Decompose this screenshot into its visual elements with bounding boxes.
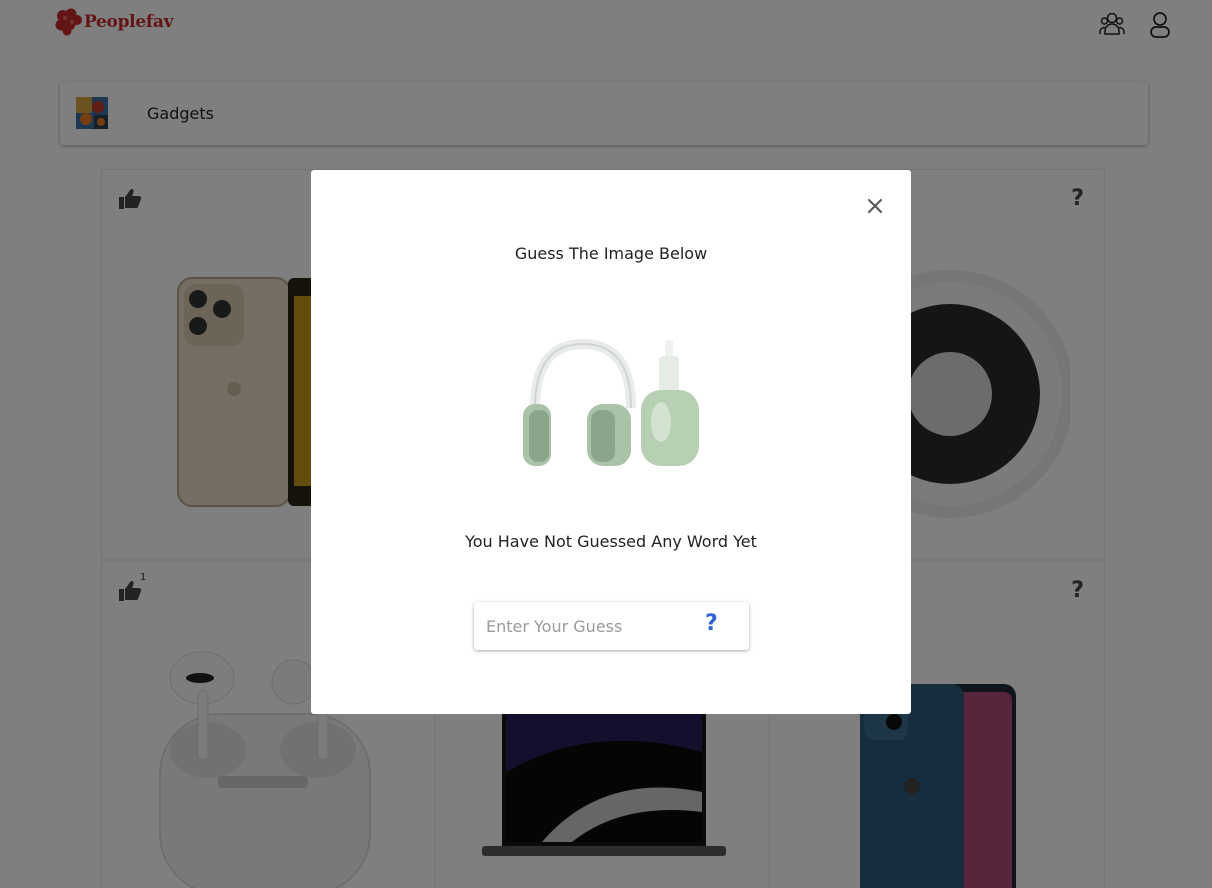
guess-image [523, 338, 699, 466]
guess-input-box: ? [474, 602, 749, 650]
guess-modal: Guess The Image Below You Have Not Guess… [311, 170, 911, 714]
modal-title: Guess The Image Below [514, 244, 708, 263]
guess-status-text: You Have Not Guessed Any Word Yet [465, 532, 757, 551]
guess-input[interactable] [474, 602, 694, 650]
hint-button[interactable]: ? [705, 611, 718, 636]
close-icon[interactable] [864, 195, 886, 217]
